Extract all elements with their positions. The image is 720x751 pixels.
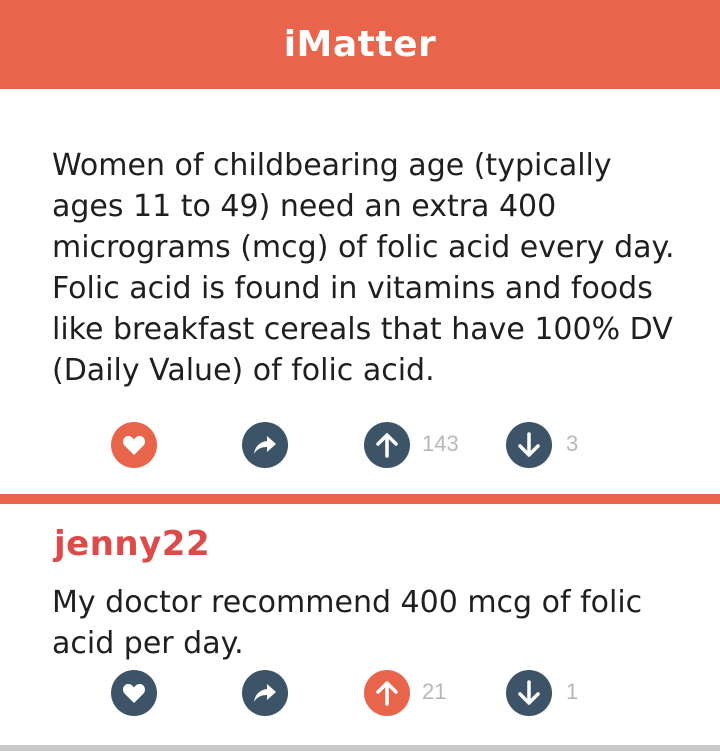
app-header: iMatter: [0, 0, 720, 89]
post-text: Women of childbearing age (typically age…: [52, 148, 675, 388]
arrow-down-icon: [518, 432, 540, 457]
comment-downvote-count: 1: [566, 679, 579, 704]
post-upvote-count: 143: [422, 431, 459, 456]
comment-author[interactable]: jenny22: [54, 524, 210, 564]
arrow-down-icon: [518, 680, 540, 705]
comment-card: jenny22 My doctor recommend 400 mcg of f…: [0, 504, 720, 745]
share-arrow-icon: [254, 436, 276, 454]
post-action-row: 143 3: [0, 422, 720, 470]
post-share-button[interactable]: [242, 422, 288, 468]
post-like-button[interactable]: [111, 422, 157, 468]
post-downvote-button[interactable]: [506, 422, 552, 468]
comment-action-row: 21 1: [0, 670, 720, 718]
section-divider: [0, 494, 720, 504]
arrow-up-icon: [376, 681, 398, 706]
heart-icon: [123, 436, 145, 455]
app-title: iMatter: [283, 24, 437, 65]
next-card-edge: [0, 745, 720, 751]
share-arrow-icon: [254, 684, 276, 702]
arrow-up-icon: [376, 433, 398, 458]
comment-text: My doctor recommend 400 mcg of folic aci…: [52, 585, 643, 661]
post-upvote-button[interactable]: [364, 422, 410, 468]
post-card: Women of childbearing age (typically age…: [0, 89, 720, 494]
comment-like-button[interactable]: [111, 670, 157, 716]
post-downvote-count: 3: [566, 431, 579, 456]
comment-upvote-count: 21: [422, 679, 447, 704]
heart-icon: [123, 684, 145, 703]
comment-share-button[interactable]: [242, 670, 288, 716]
comment-upvote-button[interactable]: [364, 670, 410, 716]
comment-downvote-button[interactable]: [506, 670, 552, 716]
